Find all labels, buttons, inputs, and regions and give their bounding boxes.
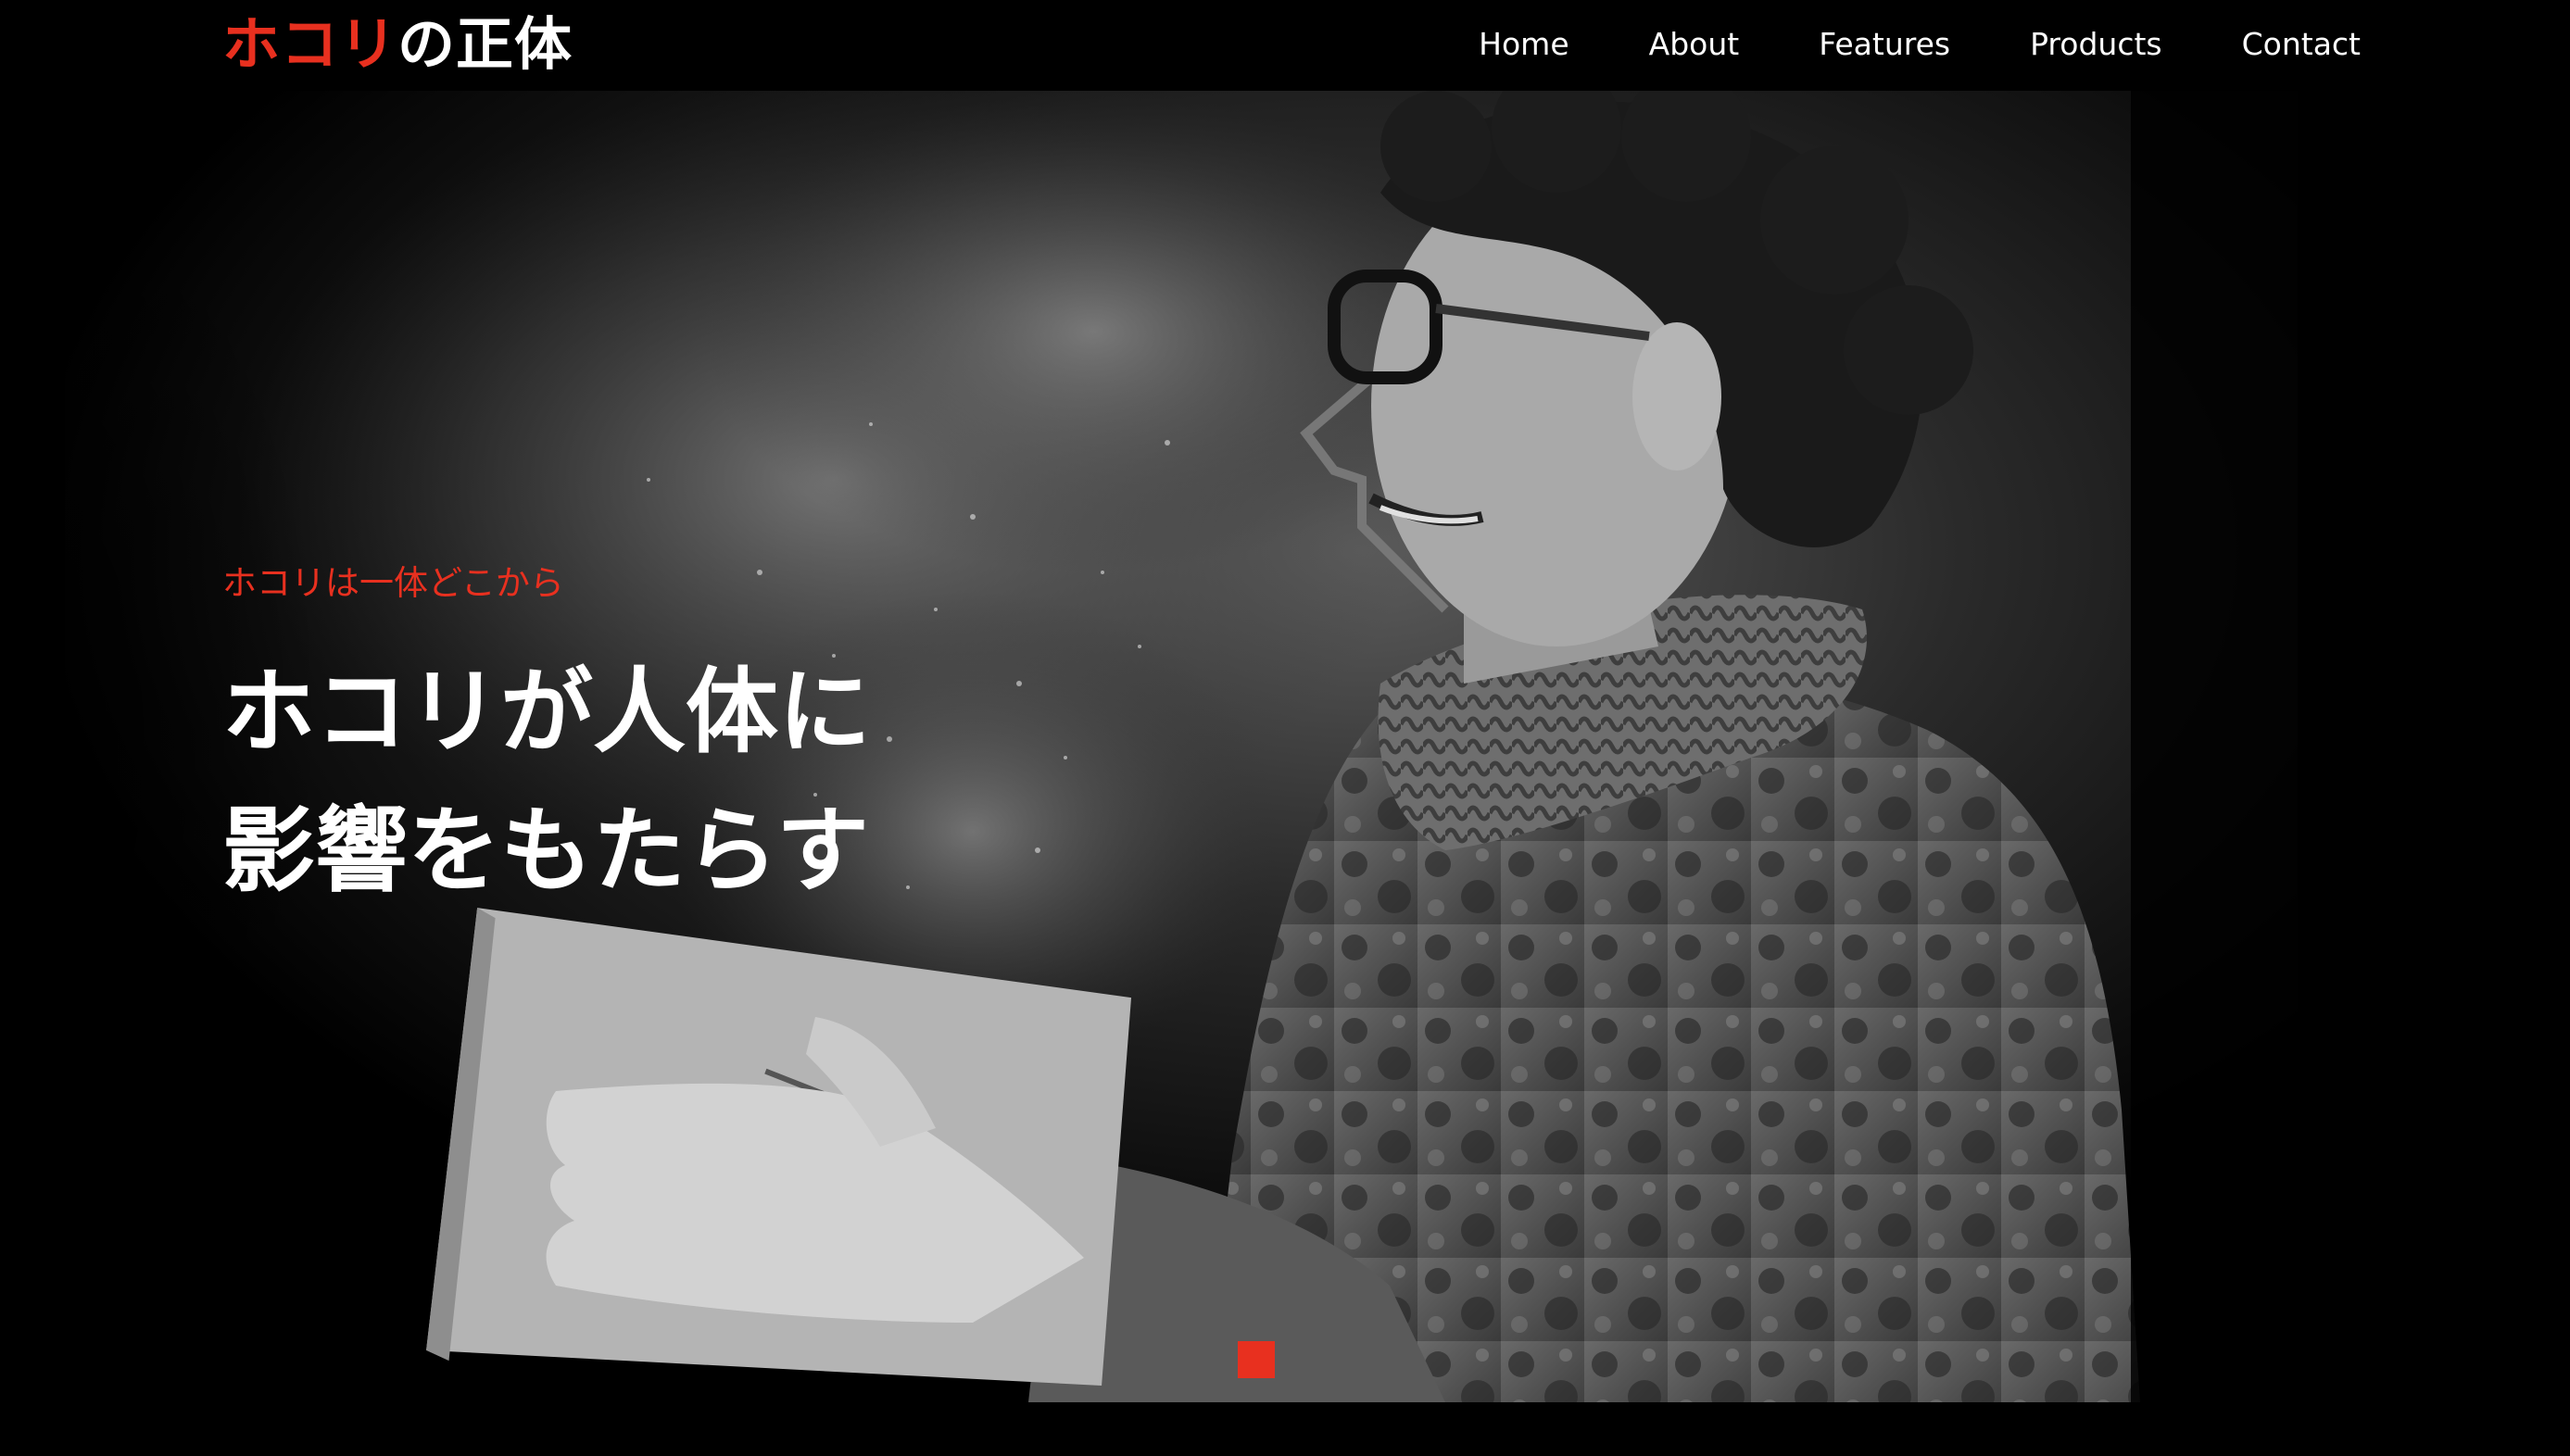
nav-home-link[interactable]: Home	[1479, 26, 1568, 62]
nav-features-link[interactable]: Features	[1819, 26, 1950, 62]
hero-slider: ホコリは一体どこから ホコリが人体に 影響をもたらす	[0, 91, 2570, 1402]
site-logo[interactable]: ホコリの正体	[222, 7, 573, 82]
nav-products-link[interactable]: Products	[2030, 26, 2162, 62]
nav-about-link[interactable]: About	[1649, 26, 1740, 62]
slide-indicator-3[interactable]	[1312, 1341, 1349, 1378]
hero-eyebrow: ホコリは一体どこから	[222, 563, 564, 603]
top-navbar: ホコリの正体 Home About Features Products Cont…	[0, 0, 2570, 91]
logo-rest-text: の正体	[397, 10, 573, 78]
slide-indicator-1[interactable]	[1238, 1341, 1275, 1378]
logo-accent-text: ホコリ	[222, 10, 398, 78]
main-nav: Home About Features Products Contact	[1479, 0, 2361, 87]
hero-title: ホコリが人体に 影響をもたらす	[222, 643, 871, 921]
hero-copy: ホコリは一体どこから ホコリが人体に 影響をもたらす	[222, 561, 871, 921]
slide-indicator-2[interactable]	[1275, 1341, 1312, 1378]
hero-title-line-2: 影響をもたらす	[222, 797, 869, 905]
nav-contact-link[interactable]: Contact	[2242, 26, 2361, 62]
page: ホコリの正体 Home About Features Products Cont…	[0, 0, 2570, 1456]
slider-indicators	[1238, 1341, 1349, 1378]
hero-title-line-1: ホコリが人体に	[222, 658, 871, 766]
